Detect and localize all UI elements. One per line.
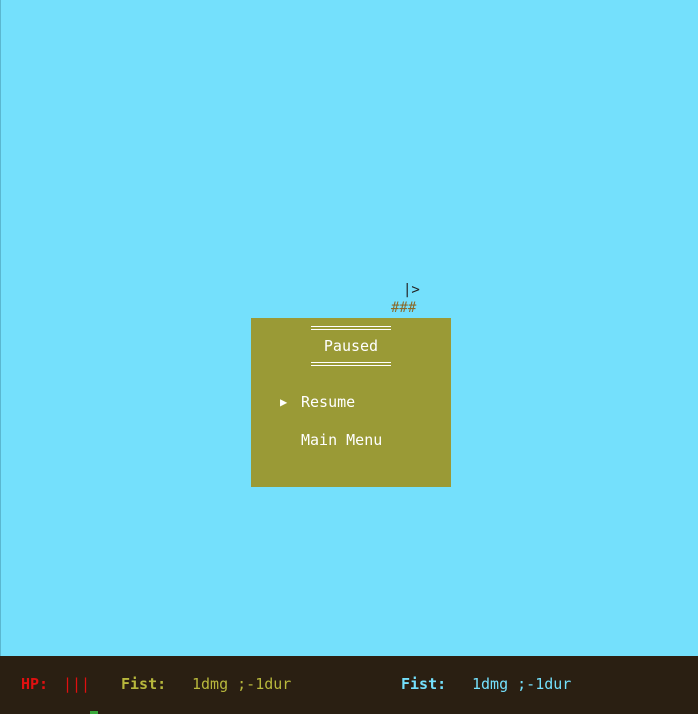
left-weapon-stats: 1dmg ;-1dur <box>192 675 292 693</box>
title-rule-top <box>311 326 391 330</box>
right-weapon-name: Fist: <box>401 675 447 693</box>
main-menu-button[interactable]: Main Menu <box>301 431 382 449</box>
status-bar: HP: ||| Fist: 1dmg ;-1dur Fist: 1dmg ;-1… <box>0 656 698 714</box>
pause-title: Paused <box>323 337 379 355</box>
title-rule-bottom <box>311 362 391 366</box>
left-weapon-name: Fist: <box>121 675 167 693</box>
player-character: |> <box>403 282 420 298</box>
pause-menu: Paused ▶ Resume Main Menu <box>251 318 451 487</box>
resume-button[interactable]: Resume <box>301 393 355 411</box>
right-weapon-stats: 1dmg ;-1dur <box>472 675 572 693</box>
platform-tiles: ### <box>391 300 417 316</box>
hp-label: HP: <box>21 675 49 693</box>
left-edge-line <box>0 0 1 656</box>
hp-bars: ||| <box>63 675 91 693</box>
menu-selector-icon: ▶ <box>280 395 288 409</box>
